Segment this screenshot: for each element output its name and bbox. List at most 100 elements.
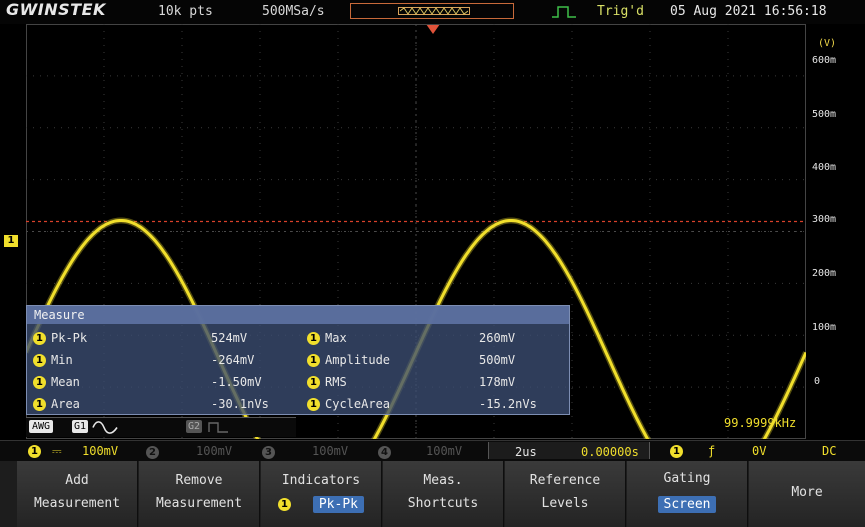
source-bar: AWG G1 G2 <box>26 417 296 437</box>
measure-row: 1 Amplitude 500mV <box>307 350 567 370</box>
measure-row: 1 Min -264mV <box>33 350 303 370</box>
measure-value: 524mV <box>211 331 248 345</box>
button-label: Remove <box>175 473 223 488</box>
channel1-badge-icon: 1 <box>33 398 46 411</box>
channel1-badge-icon: 1 <box>33 376 46 389</box>
rising-edge-icon: ƒ <box>708 444 716 458</box>
button-label: Add <box>65 473 89 488</box>
button-label: Levels <box>541 496 589 511</box>
channel1-badge-icon: 1 <box>307 398 320 411</box>
button-label: Gating <box>663 471 711 486</box>
g1-tag[interactable]: G1 <box>72 420 89 433</box>
record-length: 10k pts <box>158 4 213 19</box>
button-label: Meas. <box>423 473 463 488</box>
measure-value: -30.1nVs <box>211 397 269 411</box>
button-label: Measurement <box>155 496 243 511</box>
channel4-badge-icon: 4 <box>378 446 391 459</box>
soft-menu: Add Measurement Remove Measurement Indic… <box>0 461 865 527</box>
dc-coupling-icon: ⎓ <box>52 444 62 458</box>
channel1-badge-icon: 1 <box>278 498 292 511</box>
measure-value: 178mV <box>479 375 516 389</box>
channel3-scale[interactable]: 100mV <box>312 443 348 459</box>
measure-row: 1 CycleArea -15.2nVs <box>307 394 567 414</box>
remove-measurement-button[interactable]: Remove Measurement <box>139 461 260 527</box>
gating-selected: Screen <box>657 496 717 513</box>
scale-label: 100m <box>812 322 837 333</box>
scale-label: 600m <box>812 55 837 66</box>
channel1-badge-icon: 1 <box>307 354 320 367</box>
channel1-badge-icon: 1 <box>33 354 46 367</box>
indicators-value: 1 Pk-Pk <box>261 496 381 513</box>
horizontal-delay[interactable]: 0.00000s <box>581 444 639 460</box>
scale-label: 300m <box>812 214 837 225</box>
button-label: Indicators <box>281 473 361 488</box>
trigger-status: Trig'd <box>597 4 644 19</box>
more-button[interactable]: More <box>749 461 865 527</box>
measure-name: Mean <box>51 375 80 389</box>
trigger-edge-icon <box>552 6 576 18</box>
channel1-badge-icon: 1 <box>670 445 683 458</box>
memory-bar[interactable] <box>350 3 514 19</box>
scale-label: 400m <box>812 162 837 173</box>
channel1-badge-icon: 1 <box>307 376 320 389</box>
date-time: 05 Aug 2021 16:56:18 <box>670 4 827 19</box>
scale-label: 500m <box>812 109 837 120</box>
channel2-scale[interactable]: 100mV <box>196 443 232 459</box>
scale-label: 0 <box>814 376 821 387</box>
channel1-indicator[interactable]: 1 <box>28 443 41 459</box>
measure-value: -15.2nVs <box>479 397 537 411</box>
trigger-coupling[interactable]: DC <box>822 443 836 459</box>
measure-value: -264mV <box>211 353 255 367</box>
indicators-button[interactable]: Indicators 1 Pk-Pk <box>261 461 382 527</box>
reference-levels-button[interactable]: Reference Levels <box>505 461 626 527</box>
square-wave-icon <box>208 422 228 433</box>
measure-name: Amplitude <box>325 353 391 367</box>
measure-name: Area <box>51 397 80 411</box>
measure-title: Measure <box>27 306 569 324</box>
measure-name: CycleArea <box>325 397 391 411</box>
sample-rate: 500MSa/s <box>262 4 325 19</box>
trigger-source-indicator[interactable]: 1 <box>670 443 683 459</box>
gating-value: Screen <box>627 496 747 513</box>
button-label: More <box>791 485 823 500</box>
gating-button[interactable]: Gating Screen <box>627 461 748 527</box>
voltage-scale: (V) 600m 500m 400m 300m 200m 100m 0 <box>806 24 865 439</box>
measure-name: Min <box>51 353 73 367</box>
scale-label: 200m <box>812 268 837 279</box>
channel4-scale[interactable]: 100mV <box>426 443 462 459</box>
channel3-badge-icon: 3 <box>262 446 275 459</box>
meas-shortcuts-button[interactable]: Meas. Shortcuts <box>383 461 504 527</box>
measure-panel: Measure 1 Pk-Pk 524mV 1 Max 260mV 1 Min … <box>26 305 570 415</box>
channel1-badge-icon: 1 <box>307 332 320 345</box>
channel1-badge-icon: 1 <box>33 332 46 345</box>
sine-wave-icon <box>92 421 118 434</box>
channel4-indicator[interactable]: 4 <box>378 443 391 459</box>
brand-logo: GWINSTEK <box>6 0 106 19</box>
channel2-indicator[interactable]: 2 <box>146 443 159 459</box>
memory-wave-icon <box>400 7 468 15</box>
status-bar: GWINSTEK 10k pts 500MSa/s Trig'd 05 Aug … <box>0 0 865 24</box>
measure-value: -1.50mV <box>211 375 262 389</box>
trigger-level[interactable]: 0V <box>752 443 766 459</box>
channel1-scale[interactable]: 100mV <box>82 443 118 459</box>
timebase[interactable]: 2us <box>515 444 537 460</box>
measure-row: 1 Area -30.1nVs <box>33 394 303 414</box>
button-label: Shortcuts <box>407 496 479 511</box>
measure-name: Pk-Pk <box>51 331 88 345</box>
measure-value: 500mV <box>479 353 516 367</box>
measure-row: 1 Mean -1.50mV <box>33 372 303 392</box>
measure-row: 1 Max 260mV <box>307 328 567 348</box>
indicators-selected: Pk-Pk <box>312 496 364 513</box>
horizontal-settings[interactable]: 2us 0.00000s <box>488 442 650 459</box>
button-label: Reference <box>529 473 601 488</box>
measure-name: RMS <box>325 375 347 389</box>
add-measurement-button[interactable]: Add Measurement <box>17 461 138 527</box>
g2-tag[interactable]: G2 <box>186 420 203 433</box>
awg-tag[interactable]: AWG <box>29 420 54 433</box>
measure-value: 260mV <box>479 331 516 345</box>
channel1-ground-marker-icon[interactable]: 1 <box>4 235 18 247</box>
measure-row: 1 Pk-Pk 524mV <box>33 328 303 348</box>
measure-row: 1 RMS 178mV <box>307 372 567 392</box>
unit-label: (V) <box>818 38 837 49</box>
channel3-indicator[interactable]: 3 <box>262 443 275 459</box>
